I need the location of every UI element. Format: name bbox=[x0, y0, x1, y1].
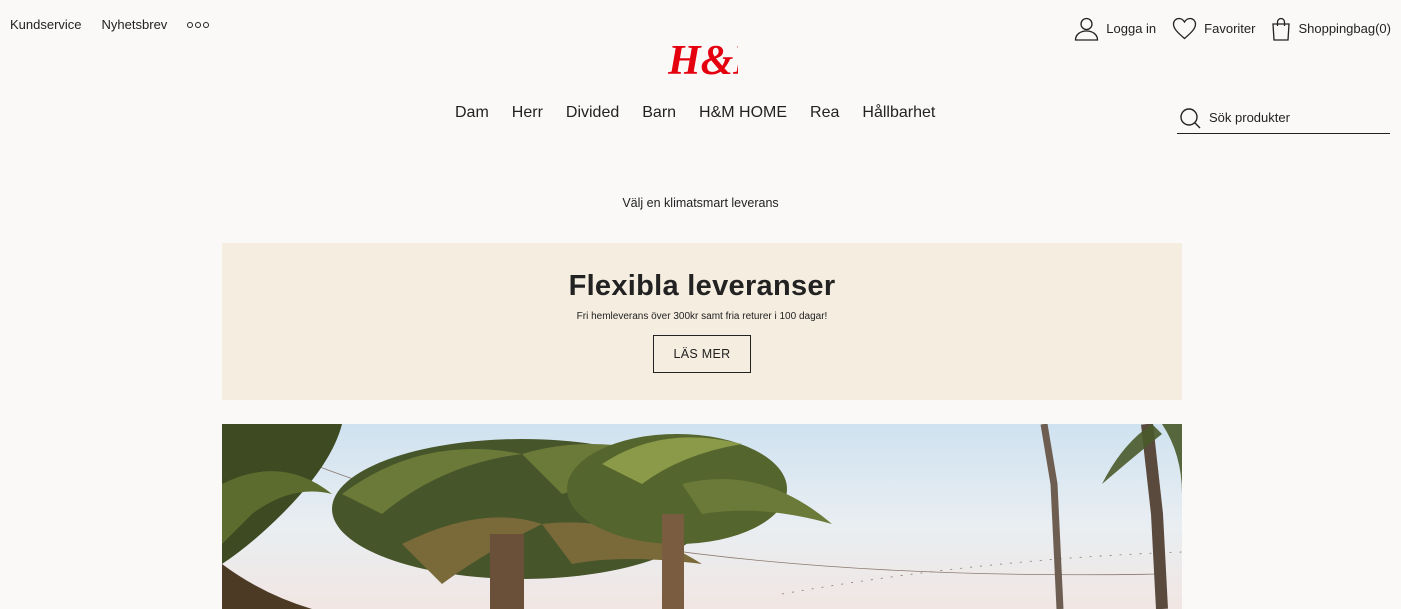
nav-divided[interactable]: Divided bbox=[566, 104, 619, 122]
logo-text: H&M bbox=[668, 38, 738, 80]
favorites-label: Favoriter bbox=[1204, 21, 1256, 36]
read-more-button[interactable]: LÄS MER bbox=[653, 335, 751, 373]
favorites-link[interactable]: Favoriter bbox=[1172, 17, 1255, 40]
customer-service-link[interactable]: Kundservice bbox=[10, 17, 82, 32]
search-icon[interactable] bbox=[1179, 107, 1201, 129]
user-icon bbox=[1075, 17, 1099, 41]
nav-barn[interactable]: Barn bbox=[642, 104, 676, 122]
nav-hallbarhet[interactable]: Hållbarhet bbox=[862, 104, 935, 122]
palm-trees-image bbox=[222, 424, 1182, 609]
shopping-bag-label: Shoppingbag(0) bbox=[1298, 21, 1391, 36]
search-bar bbox=[1177, 102, 1390, 134]
promo-banner: Flexibla leveranser Fri hemleverans över… bbox=[222, 243, 1182, 400]
account-nav: Logga in Favoriter Shoppingbag(0) bbox=[1074, 16, 1391, 41]
bag-icon bbox=[1272, 17, 1291, 41]
utility-nav: Kundservice Nyhetsbrev bbox=[10, 17, 210, 32]
main-nav: Dam Herr Divided Barn H&M HOME Rea Hållb… bbox=[455, 104, 935, 122]
nav-hm-home[interactable]: H&M HOME bbox=[699, 104, 787, 122]
heart-icon bbox=[1173, 17, 1197, 40]
login-label: Logga in bbox=[1106, 21, 1157, 36]
nav-rea[interactable]: Rea bbox=[810, 104, 839, 122]
promo-subtitle: Fri hemleverans över 300kr samt fria ret… bbox=[576, 311, 828, 322]
nav-herr[interactable]: Herr bbox=[512, 104, 543, 122]
newsletter-link[interactable]: Nyhetsbrev bbox=[102, 17, 168, 32]
login-link[interactable]: Logga in bbox=[1074, 16, 1156, 41]
shopping-bag-link[interactable]: Shoppingbag(0) bbox=[1271, 17, 1391, 41]
more-dots-icon[interactable] bbox=[187, 21, 210, 28]
hero-image[interactable] bbox=[222, 424, 1182, 609]
climate-delivery-text[interactable]: Välj en klimatsmart leverans bbox=[0, 196, 1401, 210]
nav-dam[interactable]: Dam bbox=[455, 104, 489, 122]
promo-title: Flexibla leveranser bbox=[568, 270, 836, 302]
hm-logo[interactable]: H&M bbox=[667, 32, 772, 84]
search-input[interactable] bbox=[1209, 110, 1379, 125]
